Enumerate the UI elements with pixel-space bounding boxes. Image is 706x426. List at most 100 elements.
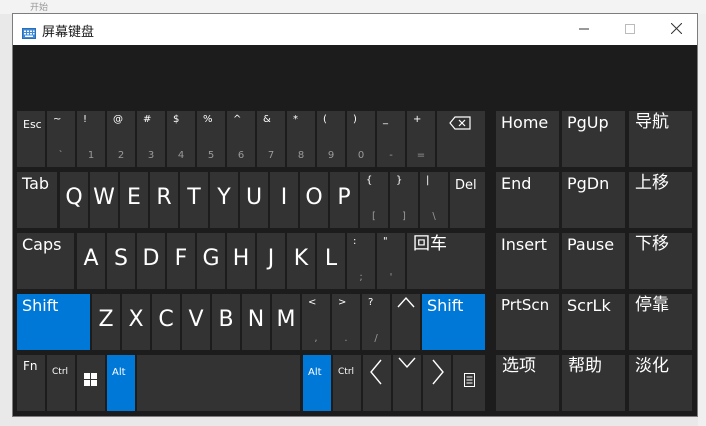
key-lower: , <box>314 333 318 344</box>
key-end[interactable]: End <box>496 172 559 228</box>
key-help[interactable]: 帮助 <box>562 355 625 411</box>
key-fade[interactable]: 淡化 <box>629 355 692 411</box>
key-tab[interactable]: Tab <box>17 172 57 228</box>
key-6[interactable]: ^ 6 <box>227 111 255 167</box>
key-home[interactable]: Home <box>496 111 559 167</box>
key-label: 下移 <box>635 234 669 254</box>
key-o[interactable]: O <box>300 172 328 228</box>
key-8[interactable]: * 8 <box>287 111 315 167</box>
key-label: E <box>127 184 141 210</box>
key-pgup[interactable]: PgUp <box>562 111 625 167</box>
key-alt-left[interactable]: Alt <box>107 355 135 411</box>
key-w[interactable]: W <box>90 172 118 228</box>
key-lower: ] <box>402 211 406 222</box>
key-label: X <box>128 306 144 332</box>
key-backspace[interactable] <box>437 111 485 167</box>
key-semicolon[interactable]: :; <box>347 233 375 289</box>
key-j[interactable]: J <box>257 233 285 289</box>
key-comma[interactable]: <, <box>302 294 330 350</box>
key-lower: [ <box>372 211 376 222</box>
key-quote[interactable]: " ' <box>377 233 405 289</box>
key-e[interactable]: E <box>120 172 148 228</box>
key-i[interactable]: I <box>270 172 298 228</box>
key-move-up[interactable]: 上移 <box>629 172 692 228</box>
key-a[interactable]: A <box>77 233 105 289</box>
key-h[interactable]: H <box>227 233 255 289</box>
key-y[interactable]: Y <box>210 172 238 228</box>
key-7[interactable]: & 7 <box>257 111 285 167</box>
key-label: C <box>158 306 174 332</box>
key-prtscn[interactable]: PrtScn <box>496 294 559 350</box>
key-dock[interactable]: 停靠 <box>629 294 692 350</box>
key-lower: ' <box>389 272 393 283</box>
key-tilde[interactable]: ~ ` <box>47 111 75 167</box>
key-ctrl-right[interactable]: Ctrl <box>333 355 361 411</box>
key-right-bracket[interactable]: }] <box>390 172 418 228</box>
key-nav-pane[interactable]: 导航 <box>629 111 692 167</box>
context-menu-icon <box>464 373 475 387</box>
key-menu[interactable] <box>453 355 485 411</box>
key-space[interactable] <box>137 355 300 411</box>
key-arrow-up[interactable] <box>392 294 420 350</box>
key-4[interactable]: $4 <box>167 111 195 167</box>
key-2[interactable]: @2 <box>107 111 135 167</box>
key-equals[interactable]: + = <box>407 111 435 167</box>
key-ctrl-left[interactable]: Ctrl <box>47 355 75 411</box>
key-label: End <box>501 174 532 193</box>
key-insert[interactable]: Insert <box>496 233 559 289</box>
key-left-bracket[interactable]: {[ <box>360 172 388 228</box>
key-move-down[interactable]: 下移 <box>629 233 692 289</box>
key-backslash[interactable]: | \ <box>420 172 448 228</box>
key-label: N <box>247 306 265 332</box>
key-m[interactable]: M <box>272 294 300 350</box>
key-x[interactable]: X <box>122 294 150 350</box>
key-options[interactable]: 选项 <box>496 355 559 411</box>
key-3[interactable]: #3 <box>137 111 165 167</box>
key-slash[interactable]: ? / <box>362 294 390 350</box>
key-scrlk[interactable]: ScrLk <box>562 294 625 350</box>
key-s[interactable]: S <box>107 233 135 289</box>
key-arrow-left[interactable] <box>363 355 391 411</box>
key-n[interactable]: N <box>242 294 270 350</box>
key-v[interactable]: V <box>182 294 210 350</box>
key-d[interactable]: D <box>137 233 165 289</box>
key-1[interactable]: ! 1 <box>77 111 105 167</box>
key-q[interactable]: Q <box>60 172 88 228</box>
key-del[interactable]: Del <box>450 172 485 228</box>
key-label: Fn <box>23 359 38 373</box>
arrow-up-icon <box>397 296 415 308</box>
key-minus[interactable]: _ - <box>377 111 405 167</box>
key-z[interactable]: Z <box>92 294 120 350</box>
key-u[interactable]: U <box>240 172 268 228</box>
key-alt-right[interactable]: Alt <box>303 355 331 411</box>
key-shift-left[interactable]: Shift <box>17 294 90 350</box>
key-upper: % <box>203 114 213 125</box>
background-window-strip: 开始 <box>0 0 706 14</box>
key-f[interactable]: F <box>167 233 195 289</box>
key-windows[interactable] <box>77 355 105 411</box>
key-5[interactable]: % 5 <box>197 111 225 167</box>
key-enter[interactable]: 回车 <box>407 233 485 289</box>
key-l[interactable]: L <box>317 233 345 289</box>
key-period[interactable]: >. <box>332 294 360 350</box>
key-r[interactable]: R <box>150 172 178 228</box>
key-lower: 0 <box>357 150 365 161</box>
key-shift-right[interactable]: Shift <box>422 294 485 350</box>
key-c[interactable]: C <box>152 294 180 350</box>
key-fn[interactable]: Fn <box>17 355 45 411</box>
key-arrow-down[interactable] <box>393 355 421 411</box>
key-pgdn[interactable]: PgDn <box>562 172 625 228</box>
key-k[interactable]: K <box>287 233 315 289</box>
key-label: Z <box>98 306 114 332</box>
key-9[interactable]: (9 <box>317 111 345 167</box>
key-arrow-right[interactable] <box>423 355 451 411</box>
key-pause[interactable]: Pause <box>562 233 625 289</box>
key-caps[interactable]: Caps <box>17 233 74 289</box>
key-label: Home <box>501 113 549 132</box>
key-esc[interactable]: Esc <box>17 111 45 167</box>
key-b[interactable]: B <box>212 294 240 350</box>
key-g[interactable]: G <box>197 233 225 289</box>
key-t[interactable]: T <box>180 172 208 228</box>
key-0[interactable]: ) 0 <box>347 111 375 167</box>
key-p[interactable]: P <box>330 172 358 228</box>
